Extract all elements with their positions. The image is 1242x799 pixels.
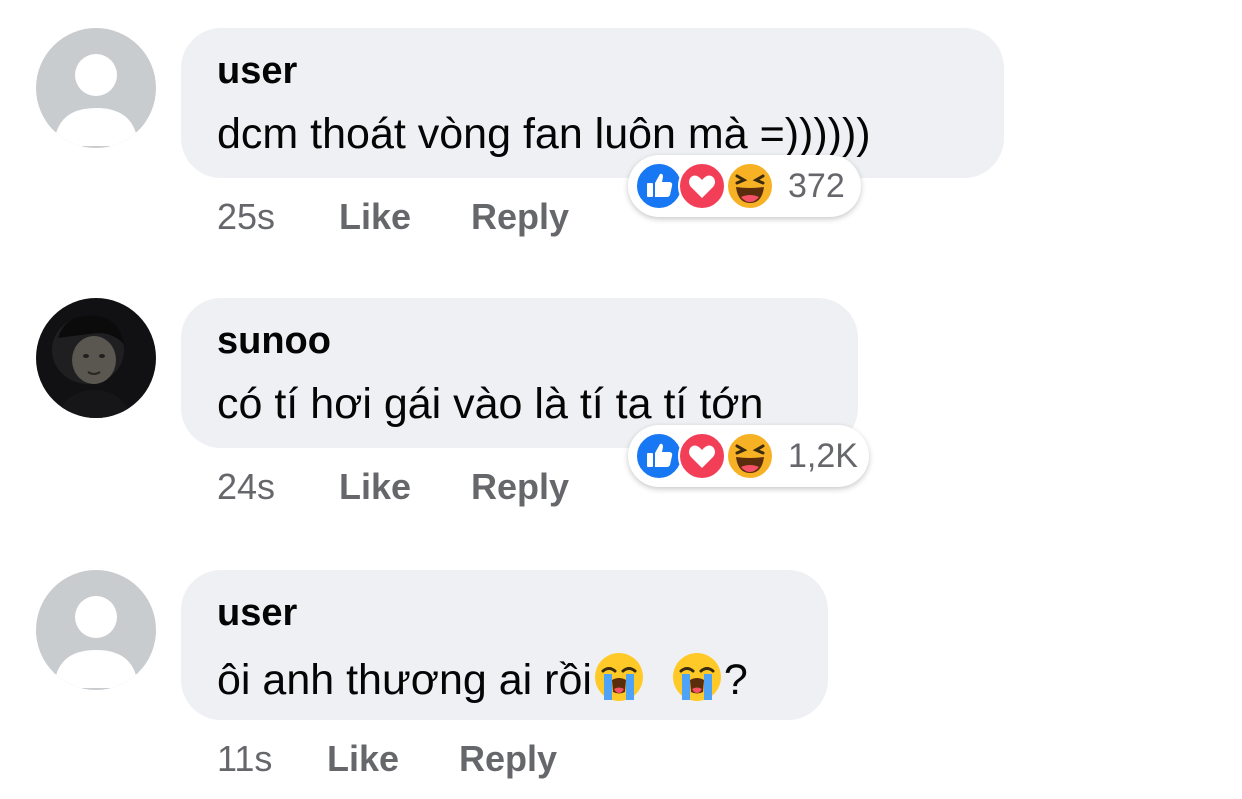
haha-icon [726, 432, 774, 480]
reaction-summary[interactable]: 372 [628, 155, 861, 217]
comment-author[interactable]: user [217, 50, 297, 93]
comment-bubble: user ôi anh thương ai rồi ? [181, 570, 828, 720]
comment-bubble: user dcm thoát vòng fan luôn mà =)))))) [181, 28, 1004, 178]
comment-author[interactable]: user [217, 592, 297, 635]
default-avatar-icon [36, 570, 156, 690]
comment-time[interactable]: 25s [217, 196, 275, 238]
default-avatar-icon [36, 28, 156, 148]
comment-text: có tí hơi gái vào là tí ta tí tớn [217, 380, 764, 428]
comment-text: dcm thoát vòng fan luôn mà =)))))) [217, 110, 871, 158]
reaction-summary[interactable]: 1,2K [628, 425, 869, 487]
profile-photo-icon [36, 298, 156, 418]
like-button[interactable]: Like [339, 466, 411, 508]
reply-button[interactable]: Reply [471, 466, 569, 508]
loudly-crying-face-icon [594, 653, 643, 701]
haha-icon [726, 162, 774, 210]
comment-text-part: ? [723, 656, 748, 704]
comment-author[interactable]: sunoo [217, 320, 331, 363]
reaction-count: 372 [788, 167, 845, 205]
comment-time[interactable]: 24s [217, 466, 275, 508]
loudly-crying-face-icon [672, 653, 721, 701]
avatar[interactable] [36, 28, 156, 148]
comment-text: ôi anh thương ai rồi ? [217, 650, 748, 706]
avatar[interactable] [36, 298, 156, 418]
avatar[interactable] [36, 570, 156, 690]
reaction-count: 1,2K [788, 437, 858, 475]
like-button[interactable]: Like [327, 738, 399, 780]
reply-button[interactable]: Reply [471, 196, 569, 238]
reply-button[interactable]: Reply [459, 738, 557, 780]
comment-text-part: ôi anh thương ai rồi [217, 656, 592, 704]
love-icon [678, 162, 726, 210]
comment-time[interactable]: 11s [217, 738, 272, 780]
love-icon [678, 432, 726, 480]
like-button[interactable]: Like [339, 196, 411, 238]
